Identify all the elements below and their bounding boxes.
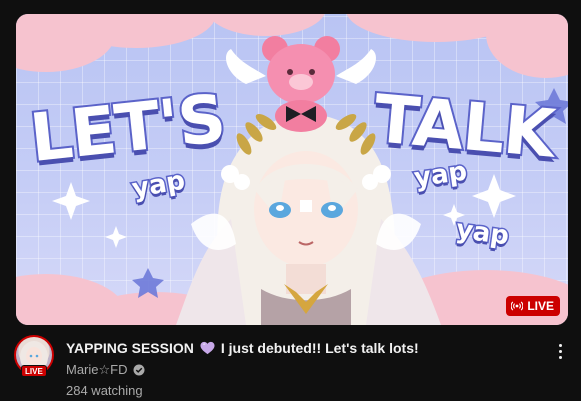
video-card[interactable]: LET'S TALK yap yap yap LIVE LIVE YAPPING… bbox=[0, 0, 581, 401]
more-vertical-icon[interactable] bbox=[552, 340, 568, 362]
avatar-live-badge: LIVE bbox=[21, 365, 47, 377]
purple-heart-icon bbox=[200, 341, 215, 355]
kebab-dot bbox=[558, 343, 562, 347]
viewer-count: 284 watching bbox=[66, 383, 143, 398]
channel-avatar[interactable]: LIVE bbox=[14, 335, 54, 377]
channel-name-row[interactable]: Marie☆FD bbox=[66, 362, 145, 378]
verified-check-icon bbox=[133, 364, 144, 376]
channel-name[interactable]: Marie☆FD bbox=[66, 362, 128, 378]
video-title-part2: I just debuted!! Let's talk lots! bbox=[220, 340, 419, 356]
broadcast-icon bbox=[511, 301, 524, 311]
video-thumbnail[interactable]: LET'S TALK yap yap yap LIVE bbox=[16, 14, 568, 325]
video-title-part1: YAPPING SESSION bbox=[66, 340, 194, 356]
live-badge: LIVE bbox=[506, 296, 560, 316]
kebab-dot bbox=[558, 349, 562, 353]
video-title[interactable]: YAPPING SESSION I just debuted!! Let's t… bbox=[66, 340, 419, 356]
kebab-dot bbox=[558, 355, 562, 359]
live-badge-label: LIVE bbox=[527, 299, 554, 313]
